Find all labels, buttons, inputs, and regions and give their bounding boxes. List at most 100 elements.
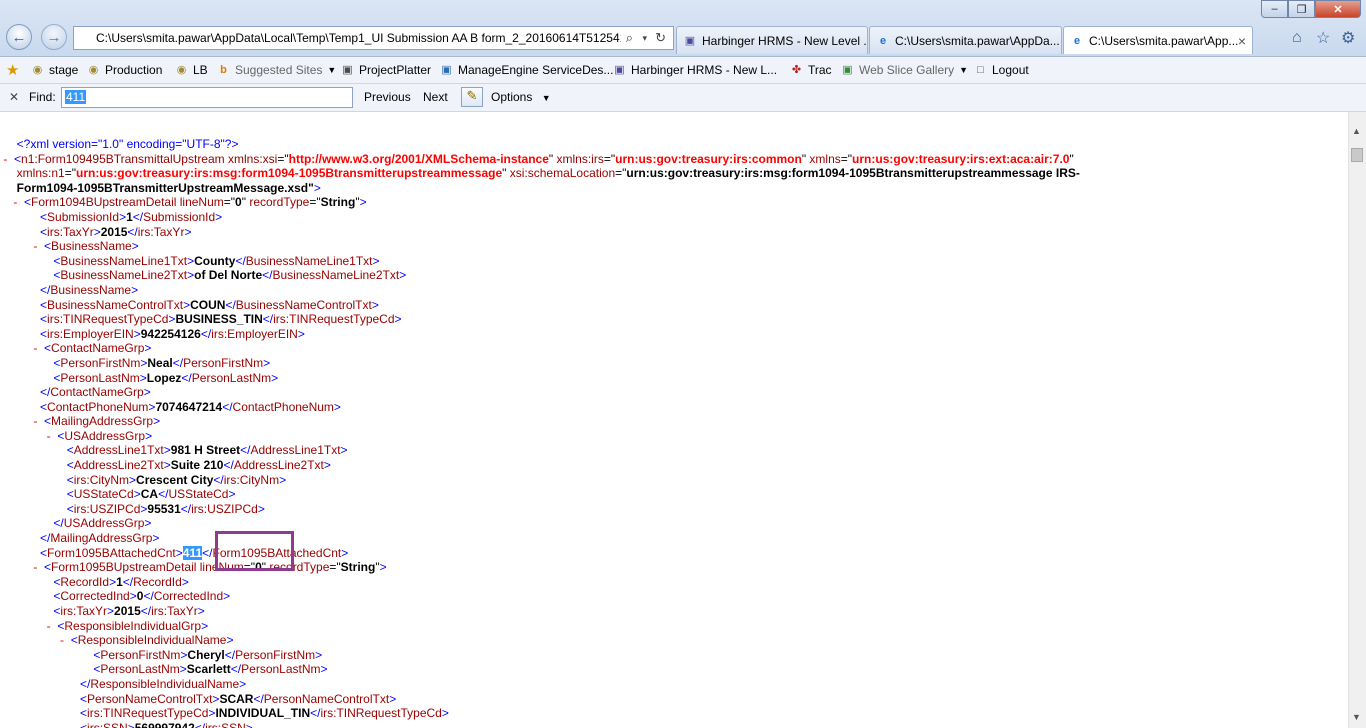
annotation-highlight-box: [215, 531, 294, 571]
element-value: 981 H Street: [170, 443, 241, 458]
element-value: CA: [140, 487, 159, 502]
attr-name: xmlns:n1: [16, 166, 65, 181]
address-bar[interactable]: C:\Users\smita.pawar\AppData\Local\Temp\…: [73, 26, 674, 50]
xml-line: <irs:TaxYr>2015</irs:TaxYr>: [53, 604, 205, 618]
collapse-toggle[interactable]: -: [0, 239, 44, 253]
attr-value: Form1094-1095BTransmitterUpstreamMessage…: [16, 180, 314, 195]
collapse-toggle[interactable]: -: [0, 195, 24, 209]
attr-value: urn:us:gov:treasury:irs:msg:form1094-109…: [626, 166, 1080, 181]
element-value: 7074647214: [155, 399, 223, 414]
find-match-highlight: 411: [182, 545, 203, 560]
close-find-button[interactable]: ✕: [9, 90, 19, 104]
fav-production[interactable]: ◉ Production: [86, 62, 163, 77]
back-button[interactable]: ←: [6, 24, 32, 50]
tab-xml-1[interactable]: e C:\Users\smita.pawar\AppDa...: [869, 26, 1062, 54]
tab-label: C:\Users\smita.pawar\App...: [1089, 33, 1239, 48]
ie-icon: e: [1073, 34, 1081, 47]
ie-icon: e: [879, 34, 887, 47]
favicon-icon: ◉: [88, 64, 99, 76]
xml-declaration: <?xml version="1.0" encoding="UTF-8"?>: [16, 137, 239, 151]
forward-button[interactable]: →: [41, 24, 67, 50]
gear-icon[interactable]: ⚙: [1341, 28, 1355, 48]
xml-line: <SubmissionId>1</SubmissionId>: [40, 209, 223, 224]
highlight-icon[interactable]: ✎: [461, 87, 483, 107]
scroll-up-arrow-icon[interactable]: ▲: [1352, 126, 1361, 136]
tab-xml-2[interactable]: e C:\Users\smita.pawar\App... ×: [1063, 26, 1253, 54]
collapse-toggle[interactable]: -: [0, 633, 71, 647]
favicon-icon: ▣: [342, 64, 353, 76]
element-value: Suite 210: [170, 458, 224, 473]
search-icon[interactable]: ⌕: [626, 30, 633, 46]
chevron-down-icon: ▼: [327, 64, 337, 75]
tab-label: C:\Users\smita.pawar\AppDa...: [895, 33, 1060, 48]
xml-line: </USAddressGrp>: [53, 516, 152, 531]
home-icon[interactable]: ⌂: [1292, 29, 1302, 47]
fav-logout[interactable]: □ Logout: [973, 62, 1029, 77]
tab-hrms[interactable]: ▣ Harbinger HRMS - New Level ...: [676, 26, 868, 54]
fav-web-slice-gallery[interactable]: ▣ Web Slice Gallery ▼: [840, 62, 968, 77]
favorites-star-icon[interactable]: ★: [6, 61, 19, 79]
fav-label: Trac: [808, 62, 832, 77]
element-value: Scarlett: [186, 662, 231, 677]
dropdown-arrow-icon[interactable]: ▾: [642, 33, 647, 44]
scroll-down-arrow-icon[interactable]: ▼: [1352, 712, 1361, 722]
element-value: of Del Norte: [194, 268, 263, 283]
xml-line: <PersonFirstNm>Neal</PersonFirstNm>: [53, 355, 271, 370]
collapse-toggle[interactable]: -: [0, 619, 57, 633]
refresh-icon[interactable]: ↻: [655, 30, 666, 46]
attr-value: urn:us:gov:treasury:irs:msg:form1094-109…: [75, 166, 503, 181]
xml-line: - <USAddressGrp>: [0, 428, 153, 443]
xml-line: <BusinessNameLine2Txt>of Del Norte</Busi…: [53, 268, 407, 283]
collapse-toggle[interactable]: -: [0, 429, 57, 443]
xml-line: <AddressLine2Txt>Suite 210</AddressLine2…: [66, 458, 331, 473]
fav-label: Web Slice Gallery: [859, 62, 955, 77]
previous-button[interactable]: Previous: [364, 90, 411, 104]
xml-line: - <Form1095BUpstreamDetail lineNum="0" r…: [0, 560, 387, 575]
xml-line: </ResponsibleIndividualName>: [80, 676, 247, 691]
element-value: Neal: [147, 355, 173, 370]
xml-line: <PersonFirstNm>Cheryl</PersonFirstNm>: [93, 647, 323, 662]
xml-line: <PersonLastNm>Scarlett</PersonLastNm>: [93, 662, 328, 677]
hrms-icon: ▣: [684, 35, 696, 47]
minimize-button[interactable]: ‒: [1261, 0, 1288, 18]
fav-trac[interactable]: ✤ Trac: [789, 62, 832, 77]
close-window-button[interactable]: ✕: [1315, 0, 1361, 18]
find-input-value: 411: [65, 90, 87, 104]
favicon-icon: ◉: [176, 64, 187, 76]
fav-lb[interactable]: ◉ LB: [174, 62, 208, 77]
next-button[interactable]: Next: [423, 90, 448, 104]
fav-label: stage: [49, 62, 79, 77]
xml-line: <irs:EmployerEIN>942254126</irs:Employer…: [40, 326, 305, 341]
collapse-toggle[interactable]: -: [0, 560, 44, 574]
fav-label: ManageEngine ServiceDes...: [458, 62, 614, 77]
xml-line: </ContactNameGrp>: [40, 385, 151, 400]
element-value: Lopez: [146, 370, 182, 385]
maximize-button[interactable]: ❐: [1288, 0, 1315, 18]
xml-line: <irs:TINRequestTypeCd>INDIVIDUAL_TIN</ir…: [80, 706, 449, 721]
collapse-toggle[interactable]: -: [0, 152, 14, 166]
tag-name: Form1094BUpstreamDetail: [31, 195, 177, 210]
collapse-toggle[interactable]: -: [0, 414, 44, 428]
vertical-scrollbar[interactable]: ▲ ▼: [1348, 112, 1366, 728]
fav-manageengine[interactable]: ▣ ManageEngine ServiceDes...: [439, 62, 613, 77]
find-input[interactable]: 411: [61, 87, 353, 108]
xml-line: - <ResponsibleIndividualGrp>: [0, 618, 209, 633]
favorites-bar: ★ ◉ stage ◉ Production ◉ LB b Suggested …: [0, 57, 1366, 84]
close-tab-icon[interactable]: ×: [1238, 33, 1246, 49]
fav-suggested-sites[interactable]: b Suggested Sites ▼: [216, 62, 336, 77]
xml-line: <PersonLastNm>Lopez</PersonLastNm>: [53, 370, 279, 385]
xml-line: <ContactPhoneNum>7074647214</ContactPhon…: [40, 399, 341, 414]
element-value: BUSINESS_TIN: [175, 312, 263, 327]
fav-projectplatter[interactable]: ▣ ProjectPlatter: [340, 62, 431, 77]
element-value: 1: [126, 209, 133, 224]
fav-stage[interactable]: ◉ stage: [30, 62, 79, 77]
attr-name: xmlns: [809, 151, 841, 166]
xml-line: <irs:TINRequestTypeCd>BUSINESS_TIN</irs:…: [40, 312, 402, 327]
collapse-toggle[interactable]: -: [0, 341, 44, 355]
attr-name: xmlns:xsi: [228, 151, 278, 166]
scroll-thumb[interactable]: [1351, 148, 1363, 162]
favorites-star-icon[interactable]: ☆: [1316, 28, 1330, 48]
address-text: C:\Users\smita.pawar\AppData\Local\Temp\…: [96, 31, 621, 45]
options-button[interactable]: Options ▼: [491, 90, 551, 104]
fav-harbinger[interactable]: ▣ Harbinger HRMS - New L...: [612, 62, 777, 77]
